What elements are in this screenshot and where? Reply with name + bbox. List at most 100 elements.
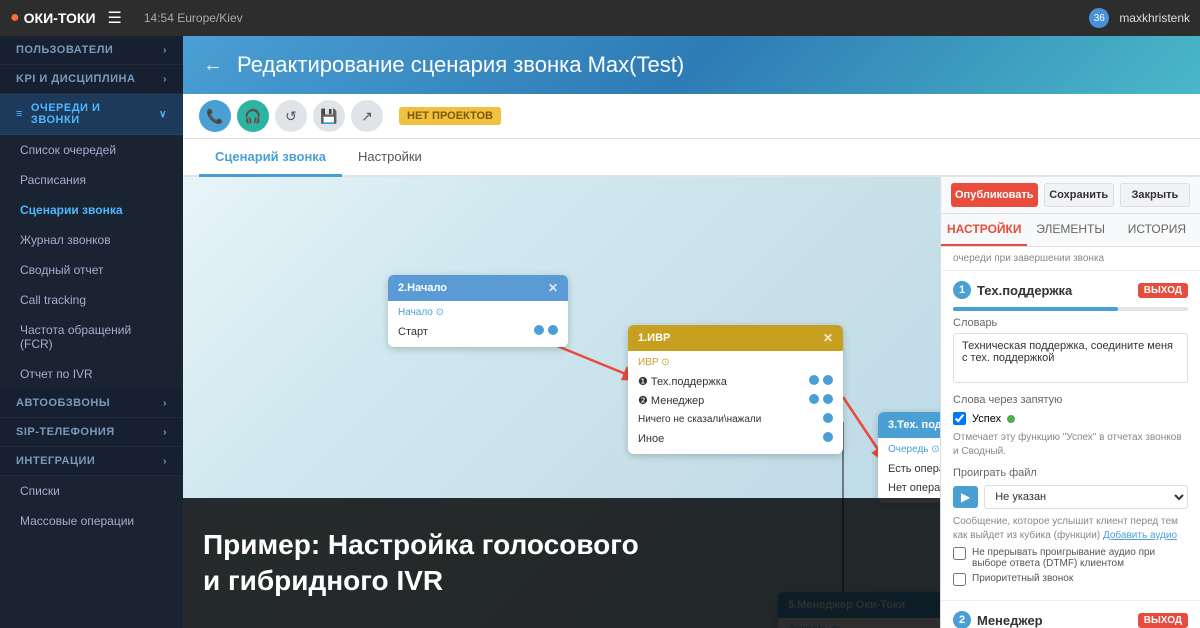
node-ivr-label: 1.ИВР (638, 332, 670, 344)
priority-checkbox-1[interactable] (953, 573, 966, 586)
node-tech-row-operator: Есть оператор (888, 459, 940, 478)
page-title: Редактирование сценария звонка Max(Test) (237, 52, 684, 78)
sidebar-item-call-tracking[interactable]: Call tracking (0, 285, 183, 315)
panel-section-2: 2 Менеджер ВЫХОД Словарь Менеджер, соеди… (941, 601, 1200, 628)
sidebar: ПОЛЬЗОВАТЕЛИ › KPI И ДИСЦИПЛИНА › ≡ ОЧЕР… (0, 36, 183, 628)
play-label-1: Проиграть файл (953, 467, 1188, 479)
sidebar-item-lists[interactable]: Списки (0, 476, 183, 506)
node-ivr[interactable]: 1.ИВР ✕ ИВР ⊙ ❶ Тех.поддержка ❷ Менеджер (628, 325, 843, 454)
sidebar-item-sip[interactable]: SIP-ТЕЛЕФОНИЯ › (0, 418, 183, 447)
node-start[interactable]: 2.Начало ✕ Начало ⊙ Старт (388, 275, 568, 347)
right-panel-tabs: НАСТРОЙКИ ЭЛЕМЕНТЫ ИСТОРИЯ (941, 214, 1200, 247)
save-button-right[interactable]: Сохранить (1044, 183, 1114, 207)
comma-label-1: Слова через запятую (953, 394, 1188, 406)
node-ivr-row-manager: ❷ Менеджер (638, 391, 833, 410)
right-tab-settings[interactable]: НАСТРОЙКИ (941, 214, 1027, 246)
right-panel: Опубликовать Сохранить Закрыть НАСТРОЙКИ… (940, 177, 1200, 628)
play-button-1[interactable]: ▶ (953, 486, 978, 508)
node-start-row: Старт (398, 322, 558, 341)
node-tech-body: Очередь ⊙ Есть оператор Нет операторов (878, 438, 940, 503)
canvas-area[interactable]: 2.Начало ✕ Начало ⊙ Старт 1.ИВР (183, 177, 940, 628)
node-ivr-row-other: Иное (638, 429, 833, 448)
right-tab-elements[interactable]: ЭЛЕМЕНТЫ (1027, 214, 1113, 246)
priority-row-1: Приоритетный звонок (953, 573, 1188, 586)
node-ivr-row-tech: ❶ Тех.поддержка (638, 372, 833, 391)
chevron-icon: › (163, 427, 167, 438)
main-layout: ПОЛЬЗОВАТЕЛИ › KPI И ДИСЦИПЛИНА › ≡ ОЧЕР… (0, 36, 1200, 628)
sidebar-item-call-log[interactable]: Журнал звонков (0, 225, 183, 255)
top-bar-right: 36 maxkhristenk (1089, 8, 1190, 28)
play-select-1[interactable]: Не указан (984, 485, 1188, 509)
exit-badge-1[interactable]: ВЫХОД (1138, 283, 1188, 298)
sidebar-item-schedules[interactable]: Расписания (0, 165, 183, 195)
sidebar-item-kpi[interactable]: KPI И ДИСЦИПЛИНА › (0, 65, 183, 94)
sidebar-item-scenarios[interactable]: Сценарии звонка (0, 195, 183, 225)
chevron-icon: › (163, 398, 167, 409)
section-2-title: 2 Менеджер ВЫХОД (953, 611, 1188, 628)
tab-scenario[interactable]: Сценарий звонка (199, 139, 342, 177)
logo-icon: ● (10, 9, 20, 27)
success-dot-1 (1007, 415, 1015, 423)
page-header: ← Редактирование сценария звонка Max(Tes… (183, 36, 1200, 94)
no-projects-badge: НЕТ ПРОЕКТОВ (399, 107, 501, 125)
section-1-title: 1 Тех.поддержка ВЫХОД (953, 281, 1188, 299)
phone-button[interactable]: 📞 (199, 100, 231, 132)
chevron-icon: › (163, 45, 167, 56)
node-tech-row-no-operator: Нет операторов (888, 478, 940, 497)
tabs: Сценарий звонка Настройки (183, 139, 1200, 177)
sidebar-item-mass-ops[interactable]: Массовые операции (0, 506, 183, 536)
user-name: maxkhristenk (1119, 11, 1190, 25)
exit-badge-2[interactable]: ВЫХОД (1138, 613, 1188, 628)
top-bar: ● ОКИ-ТОКИ ☰ 14:54 Europe/Kiev 36 maxkhr… (0, 0, 1200, 36)
sidebar-item-summary[interactable]: Сводный отчет (0, 255, 183, 285)
no-interrupt-row-1: Не прерывать проигрывание аудио при выбо… (953, 547, 1188, 569)
node-ivr-close[interactable]: ✕ (823, 331, 833, 345)
back-button[interactable]: ← (203, 54, 223, 77)
sidebar-item-integrations[interactable]: ИНТЕГРАЦИИ › (0, 447, 183, 476)
top-note: очереди при завершении звонка (941, 247, 1200, 271)
sidebar-item-queues[interactable]: ≡ ОЧЕРЕДИ И ЗВОНКИ ∨ (0, 94, 183, 135)
overlay-text: Пример: Настройка голосового и гибридног… (203, 527, 639, 600)
dict-input-1[interactable]: Техническая поддержка, соедините меня с … (953, 333, 1188, 383)
chevron-icon: › (163, 456, 167, 467)
sidebar-item-queue-list[interactable]: Список очередей (0, 135, 183, 165)
success-row-1: Успех (953, 412, 1188, 425)
chevron-icon: ∨ (159, 109, 167, 120)
node-ivr-row-silence: Ничего не сказали\нажали (638, 410, 833, 429)
save-button[interactable]: 💾 (313, 100, 345, 132)
play-row-1: ▶ Не указан (953, 485, 1188, 509)
tab-settings[interactable]: Настройки (342, 139, 438, 177)
notification-badge[interactable]: 36 (1089, 8, 1109, 28)
node-tech[interactable]: 3.Тех. поддержка ✕ Очередь ⊙ Есть операт… (878, 412, 940, 503)
publish-button[interactable]: Опубликовать (951, 183, 1038, 207)
hamburger-icon[interactable]: ☰ (108, 8, 122, 28)
share-button[interactable]: ↗ (351, 100, 383, 132)
logo: ● ОКИ-ТОКИ (10, 9, 96, 27)
rotate-button[interactable]: ↺ (275, 100, 307, 132)
sidebar-item-autodials[interactable]: АВТООБЗВОНЫ › (0, 389, 183, 418)
right-panel-actions: Опубликовать Сохранить Закрыть (941, 177, 1200, 214)
node-ivr-body: ИВР ⊙ ❶ Тех.поддержка ❷ Менеджер Ничего … (628, 351, 843, 454)
sidebar-icon: ≡ (16, 108, 23, 120)
chevron-icon: › (163, 74, 167, 85)
clock: 14:54 Europe/Kiev (144, 11, 243, 25)
sidebar-item-ivr-report[interactable]: Отчет по IVR (0, 359, 183, 389)
sidebar-item-fcr[interactable]: Частота обращений (FCR) (0, 315, 183, 359)
add-audio-link-1[interactable]: Добавить аудио (1103, 530, 1177, 541)
node-start-close[interactable]: ✕ (548, 281, 558, 295)
section-1-num: 1 (953, 281, 971, 299)
section-1-slider[interactable] (953, 307, 1188, 311)
audio-note-1: Сообщение, которое услышит клиент перед … (953, 515, 1188, 543)
dict-label-1: Словарь (953, 317, 1188, 329)
success-checkbox-1[interactable] (953, 412, 966, 425)
node-start-label: 2.Начало (398, 282, 447, 294)
sidebar-item-users[interactable]: ПОЛЬЗОВАТЕЛИ › (0, 36, 183, 65)
no-interrupt-checkbox-1[interactable] (953, 547, 966, 560)
panel-section-1: 1 Тех.поддержка ВЫХОД Словарь Техническа… (941, 271, 1200, 601)
node-start-body: Начало ⊙ Старт (388, 301, 568, 347)
node-tech-label: 3.Тех. поддержка (888, 419, 940, 431)
close-button-right[interactable]: Закрыть (1120, 183, 1190, 207)
headset-button[interactable]: 🎧 (237, 100, 269, 132)
content-area: ← Редактирование сценария звонка Max(Tes… (183, 36, 1200, 628)
right-tab-history[interactable]: ИСТОРИЯ (1114, 214, 1200, 246)
